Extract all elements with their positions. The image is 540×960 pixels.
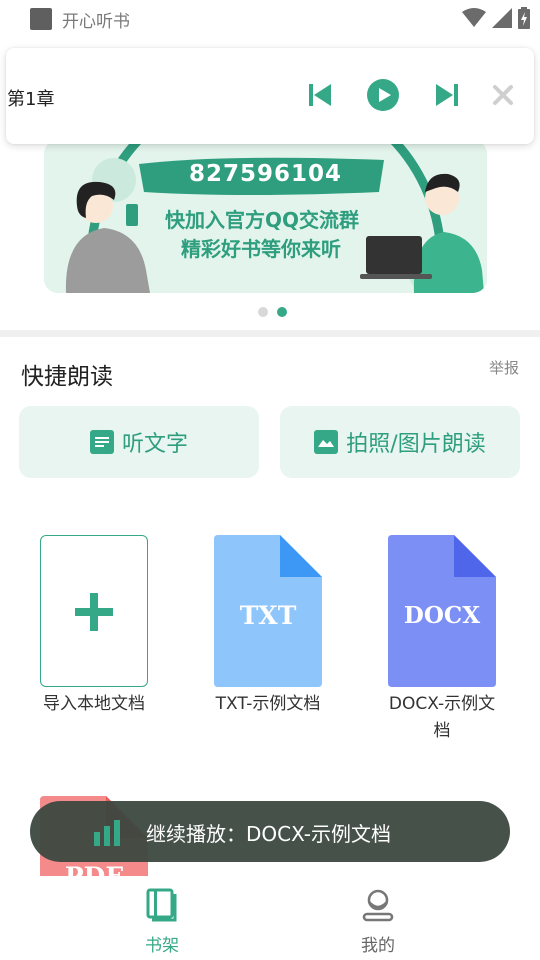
mini-player[interactable]: 第1章 — [6, 48, 534, 144]
banner-line-1: 快加入官方QQ交流群 — [165, 208, 360, 232]
bottom-navigation: 书架 我的 — [0, 876, 540, 960]
docx-label-line-1: DOCX-示例文 — [388, 694, 496, 714]
banner-page-indicator — [258, 307, 287, 317]
nav-label-mine: 我的 — [361, 936, 395, 956]
skip-previous-icon — [309, 84, 331, 106]
plus-icon — [75, 593, 113, 631]
txt-sample-doc-item[interactable]: TXT TXT-示例文档 — [193, 535, 343, 718]
profile-icon — [362, 889, 394, 922]
report-link[interactable]: 举报 — [489, 357, 519, 378]
txt-badge: TXT — [239, 601, 297, 630]
quick-read-title: 快捷朗读 — [21, 364, 113, 390]
close-player-button[interactable] — [483, 75, 523, 115]
docx-sample-doc-item[interactable]: DOCX DOCX-示例文 档 — [367, 535, 517, 745]
banner-line-2: 精彩好书等你来听 — [181, 237, 341, 261]
status-icons — [462, 7, 530, 29]
listen-text-label: 听文字 — [121, 432, 188, 457]
skip-next-button[interactable] — [427, 75, 467, 115]
image-icon — [314, 430, 339, 454]
bookshelf-icon — [146, 888, 177, 922]
nav-item-mine[interactable]: 我的 — [328, 888, 428, 956]
banner-qq-number: 827596104 — [189, 161, 343, 187]
pdf-badge: PDF — [40, 862, 148, 876]
docx-label: DOCX-示例文 档 — [367, 691, 517, 745]
status-app-name: 开心听书 — [62, 12, 130, 32]
import-local-doc-item[interactable]: 导入本地文档 — [19, 535, 169, 718]
photo-read-button[interactable]: 拍照/图片朗读 — [280, 406, 520, 478]
continue-playing-toast[interactable]: 继续播放：DOCX-示例文档 — [30, 801, 510, 862]
import-card[interactable] — [40, 535, 148, 687]
toast-text: 继续播放：DOCX-示例文档 — [146, 822, 392, 846]
promo-banner[interactable]: 827596104 快加入官方QQ交流群 精彩好书等你来听 — [44, 140, 487, 293]
skip-previous-button[interactable] — [300, 75, 340, 115]
section-divider — [0, 330, 540, 337]
signal-icon — [492, 8, 512, 28]
photo-read-label: 拍照/图片朗读 — [346, 432, 486, 457]
equalizer-icon — [94, 818, 122, 846]
import-label: 导入本地文档 — [43, 694, 145, 714]
txt-file-icon: TXT — [214, 535, 322, 687]
app-notification-icon — [30, 8, 52, 30]
status-bar: 开心听书 — [0, 0, 540, 36]
document-icon — [89, 430, 114, 454]
docx-badge: DOCX — [403, 602, 481, 629]
docx-file-icon: DOCX — [388, 535, 496, 687]
play-button[interactable] — [363, 75, 403, 115]
battery-charging-icon — [518, 7, 530, 29]
close-icon — [493, 85, 513, 105]
txt-label: TXT-示例文档 — [215, 694, 321, 714]
listen-text-button[interactable]: 听文字 — [19, 406, 259, 478]
player-chapter-title: 第1章 — [7, 89, 55, 110]
skip-next-icon — [436, 84, 458, 106]
page-dot — [258, 307, 268, 317]
nav-item-bookshelf[interactable]: 书架 — [112, 888, 212, 956]
wifi-icon — [462, 8, 486, 27]
docx-label-line-2: 档 — [433, 721, 451, 741]
nav-label-bookshelf: 书架 — [145, 936, 179, 956]
page-dot-active — [277, 307, 287, 317]
play-icon — [367, 79, 399, 111]
